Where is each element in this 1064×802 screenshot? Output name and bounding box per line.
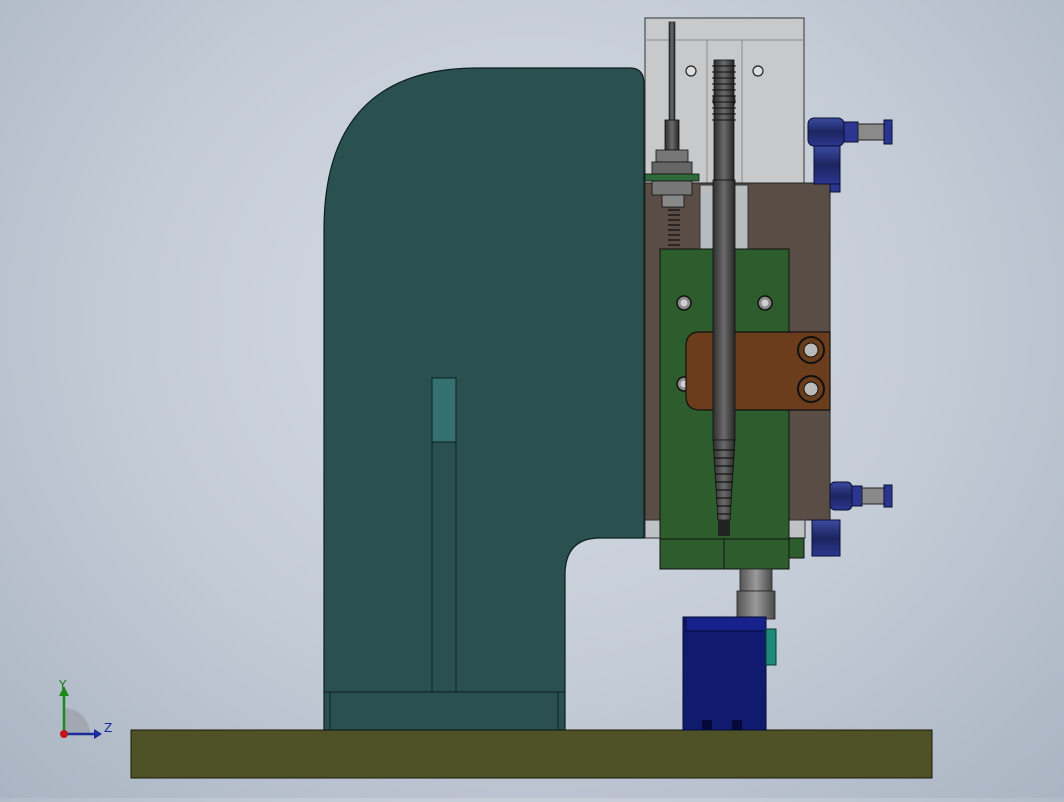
pressing-die[interactable]: [682, 616, 777, 731]
die-shaft[interactable]: [736, 568, 776, 620]
model-canvas[interactable]: [0, 0, 1064, 798]
main-rod[interactable]: [712, 59, 736, 536]
cad-viewport[interactable]: Y Z: [0, 0, 1064, 798]
c-frame-body[interactable]: [323, 67, 645, 731]
coordinate-triad: Y Z: [48, 676, 118, 744]
z-axis-label: Z: [104, 721, 112, 735]
base-plate[interactable]: [130, 729, 933, 779]
clamp-bracket[interactable]: [685, 331, 831, 411]
slot-insert: [431, 377, 457, 443]
triad-plane-icon: [64, 708, 90, 734]
upper-air-fitting[interactable]: [807, 117, 893, 193]
x-axis-icon: [60, 730, 68, 738]
y-axis-label: Y: [58, 678, 67, 692]
